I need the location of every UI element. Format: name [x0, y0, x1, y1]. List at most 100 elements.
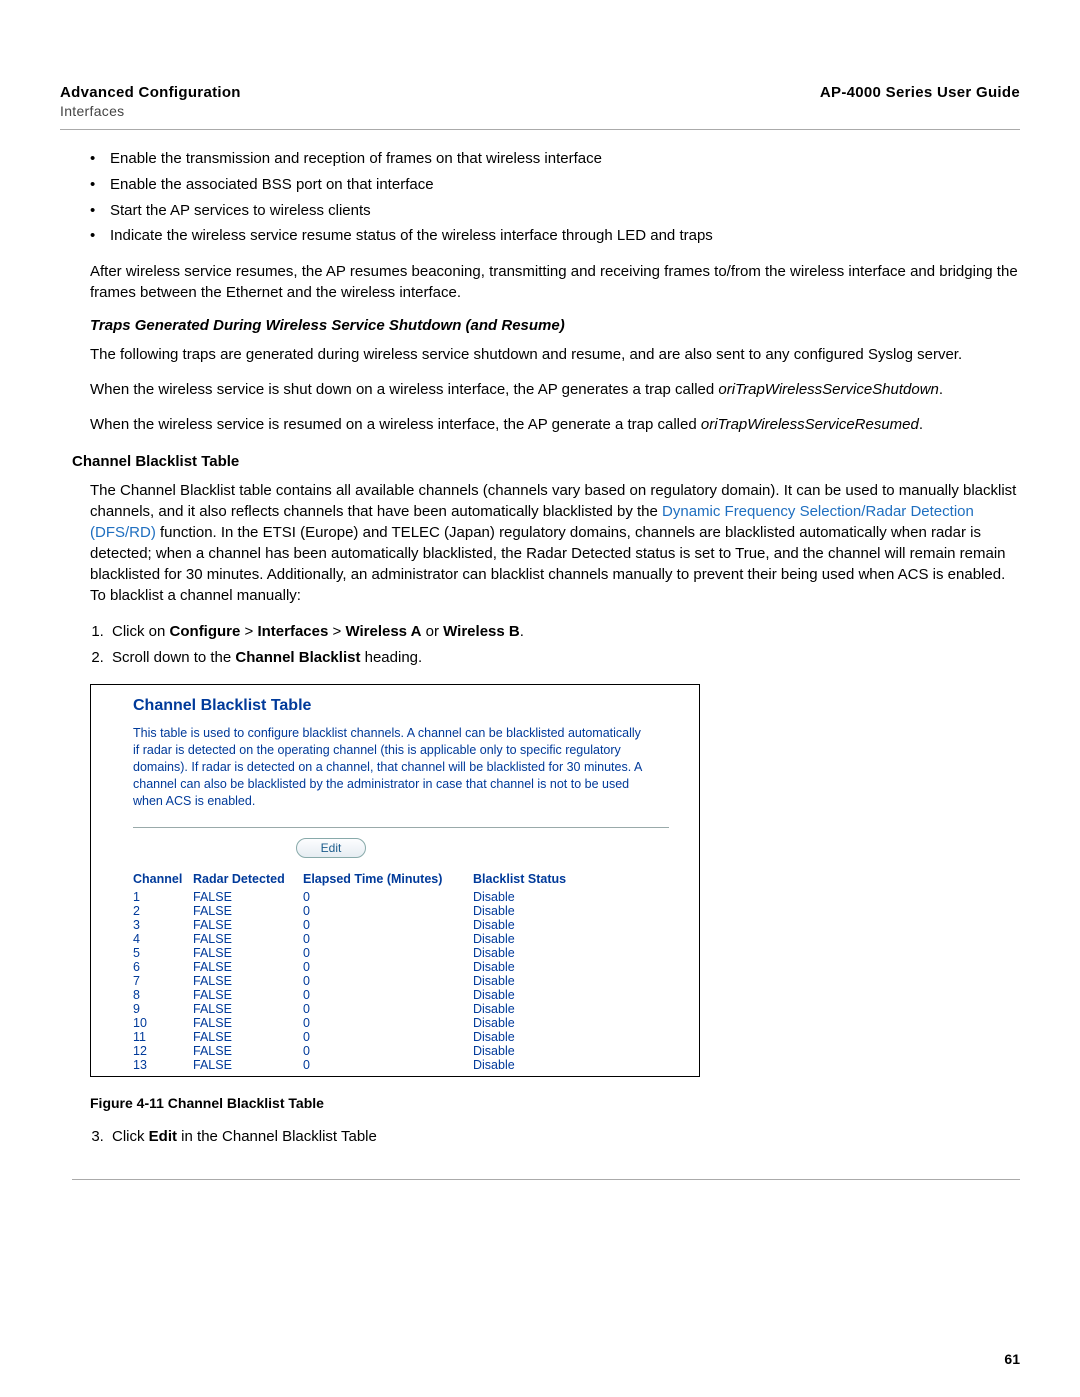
table-row: 12FALSE0Disable	[133, 1044, 613, 1058]
table-cell: 10	[133, 1016, 193, 1030]
table-cell: 4	[133, 932, 193, 946]
table-cell: 1	[133, 890, 193, 904]
figure-caption: Figure 4-11 Channel Blacklist Table	[90, 1095, 1020, 1111]
table-cell: FALSE	[193, 932, 303, 946]
step1-or: or	[421, 623, 443, 640]
table-cell: Disable	[473, 1016, 613, 1030]
step1-pre: Click on	[112, 623, 170, 640]
blacklist-paragraph: The Channel Blacklist table contains all…	[90, 480, 1020, 606]
step1-configure: Configure	[170, 623, 241, 640]
col-status: Blacklist Status	[473, 870, 613, 890]
table-cell: 2	[133, 904, 193, 918]
table-cell: FALSE	[193, 974, 303, 988]
resume-bullets: Enable the transmission and reception of…	[90, 148, 1020, 247]
table-cell: 13	[133, 1058, 193, 1072]
table-cell: FALSE	[193, 918, 303, 932]
table-row: 10FALSE0Disable	[133, 1016, 613, 1030]
step1-gt2: >	[328, 623, 345, 640]
table-cell: Disable	[473, 946, 613, 960]
list-item: Click on Configure > Interfaces > Wirele…	[108, 620, 1020, 644]
step2-post: heading.	[360, 649, 422, 666]
table-cell: 0	[303, 1058, 473, 1072]
step1-interfaces: Interfaces	[257, 623, 328, 640]
page-header-right: AP-4000 Series User Guide	[820, 84, 1020, 101]
table-cell: 0	[303, 932, 473, 946]
figure-description: This table is used to configure blacklis…	[133, 725, 643, 809]
table-cell: 0	[303, 1044, 473, 1058]
table-cell: Disable	[473, 1044, 613, 1058]
table-row: 8FALSE0Disable	[133, 988, 613, 1002]
table-row: 4FALSE0Disable	[133, 932, 613, 946]
list-item: Scroll down to the Channel Blacklist hea…	[108, 646, 1020, 670]
trap-resume: When the wireless service is resumed on …	[90, 414, 1020, 435]
table-row: 13FALSE0Disable	[133, 1058, 613, 1072]
header-rule	[60, 129, 1020, 130]
table-cell: 6	[133, 960, 193, 974]
table-cell: FALSE	[193, 946, 303, 960]
table-cell: 12	[133, 1044, 193, 1058]
step3-post: in the Channel Blacklist Table	[177, 1128, 377, 1145]
table-row: 11FALSE0Disable	[133, 1030, 613, 1044]
table-cell: FALSE	[193, 904, 303, 918]
blacklist-heading: Channel Blacklist Table	[72, 453, 1020, 470]
list-item: Indicate the wireless service resume sta…	[90, 225, 1020, 247]
table-cell: 5	[133, 946, 193, 960]
table-cell: Disable	[473, 988, 613, 1002]
table-cell: FALSE	[193, 1058, 303, 1072]
table-row: 6FALSE0Disable	[133, 960, 613, 974]
table-cell: FALSE	[193, 960, 303, 974]
steps-list-cont: Click Edit in the Channel Blacklist Tabl…	[108, 1125, 1020, 1149]
table-cell: 0	[303, 1002, 473, 1016]
table-row: 5FALSE0Disable	[133, 946, 613, 960]
table-cell: Disable	[473, 1030, 613, 1044]
table-cell: 0	[303, 974, 473, 988]
table-row: 9FALSE0Disable	[133, 1002, 613, 1016]
page-header-left: Advanced Configuration	[60, 84, 241, 101]
table-cell: Disable	[473, 932, 613, 946]
table-cell: Disable	[473, 918, 613, 932]
table-cell: 11	[133, 1030, 193, 1044]
table-cell: 0	[303, 960, 473, 974]
footer-rule	[72, 1179, 1020, 1180]
blacklist-table: Channel Radar Detected Elapsed Time (Min…	[133, 870, 613, 1072]
list-item: Enable the associated BSS port on that i…	[90, 174, 1020, 196]
page-subheader: Interfaces	[60, 103, 1020, 119]
step3-pre: Click	[112, 1128, 149, 1145]
trap-shutdown-name: oriTrapWirelessServiceShutdown	[718, 381, 939, 398]
step1-wirelessa: Wireless A	[345, 623, 421, 640]
table-cell: FALSE	[193, 1002, 303, 1016]
table-cell: 0	[303, 890, 473, 904]
after-resume-paragraph: After wireless service resumes, the AP r…	[90, 261, 1020, 303]
table-cell: 7	[133, 974, 193, 988]
list-item: Click Edit in the Channel Blacklist Tabl…	[108, 1125, 1020, 1149]
trap-shutdown: When the wireless service is shut down o…	[90, 379, 1020, 400]
table-cell: FALSE	[193, 1016, 303, 1030]
table-cell: 0	[303, 1030, 473, 1044]
step1-wirelessb: Wireless B	[443, 623, 520, 640]
list-item: Start the AP services to wireless client…	[90, 200, 1020, 222]
table-cell: 8	[133, 988, 193, 1002]
col-elapsed: Elapsed Time (Minutes)	[303, 870, 473, 890]
table-cell: Disable	[473, 1058, 613, 1072]
table-cell: Disable	[473, 890, 613, 904]
step3-b: Edit	[149, 1128, 177, 1145]
table-cell: 0	[303, 946, 473, 960]
steps-list: Click on Configure > Interfaces > Wirele…	[108, 620, 1020, 670]
trap-resume-pre: When the wireless service is resumed on …	[90, 416, 701, 433]
table-cell: FALSE	[193, 1044, 303, 1058]
list-item: Enable the transmission and reception of…	[90, 148, 1020, 170]
table-cell: 0	[303, 918, 473, 932]
table-cell: Disable	[473, 974, 613, 988]
table-row: 7FALSE0Disable	[133, 974, 613, 988]
step2-b: Channel Blacklist	[235, 649, 360, 666]
edit-button[interactable]: Edit	[296, 838, 367, 858]
page-number: 61	[1004, 1351, 1020, 1367]
table-row: 3FALSE0Disable	[133, 918, 613, 932]
table-cell: 0	[303, 904, 473, 918]
table-cell: 3	[133, 918, 193, 932]
col-radar: Radar Detected	[193, 870, 303, 890]
table-row: 1FALSE0Disable	[133, 890, 613, 904]
blacklist-para-post: function. In the ETSI (Europe) and TELEC…	[90, 524, 1006, 604]
table-cell: FALSE	[193, 1030, 303, 1044]
table-row: 2FALSE0Disable	[133, 904, 613, 918]
